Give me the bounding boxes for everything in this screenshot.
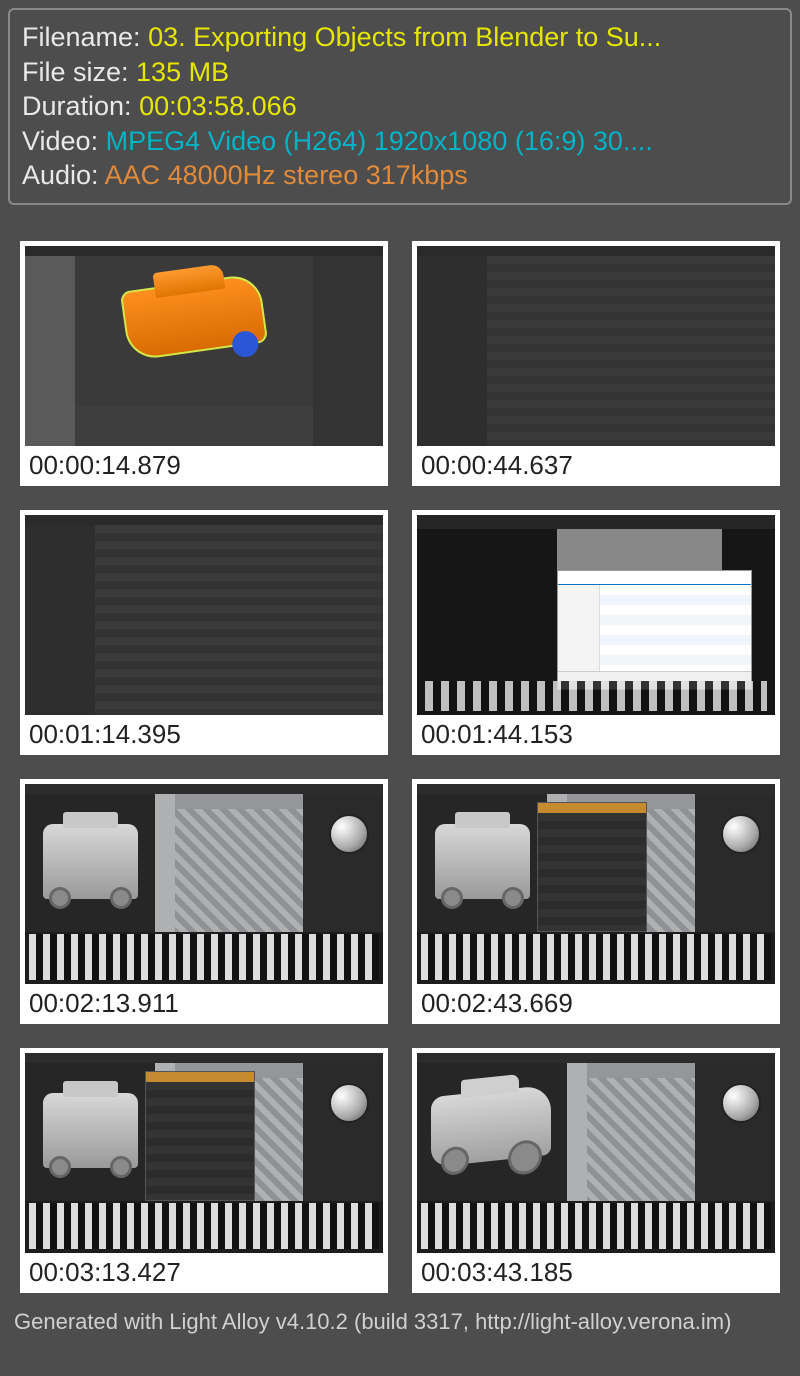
thumbnail[interactable]: 00:03:13.427 [20,1048,388,1293]
thumbnail-timestamp: 00:01:44.153 [417,715,775,750]
thumbnail-timestamp: 00:03:13.427 [25,1253,383,1288]
filename-label: Filename: [22,22,148,52]
filesize-row: File size: 135 MB [22,55,778,90]
thumbnail-image [417,515,775,715]
file-info-panel: Filename: 03. Exporting Objects from Ble… [8,8,792,205]
audio-value: AAC 48000Hz stereo 317kbps [105,160,468,190]
thumbnail-timestamp: 00:02:43.669 [417,984,775,1019]
audio-label: Audio: [22,160,105,190]
thumbnail-timestamp: 00:00:14.879 [25,446,383,481]
duration-label: Duration: [22,91,139,121]
thumbnail[interactable]: 00:03:43.185 [412,1048,780,1293]
thumbnail-image [25,1053,383,1253]
filename-value: 03. Exporting Objects from Blender to Su… [148,22,661,52]
thumbnail-timestamp: 00:00:44.637 [417,446,775,481]
thumbnail[interactable]: 00:01:14.395 [20,510,388,755]
thumbnail-timestamp: 00:02:13.911 [25,984,383,1019]
thumbnail-image [25,784,383,984]
filename-row: Filename: 03. Exporting Objects from Ble… [22,20,778,55]
thumbnail[interactable]: 00:01:44.153 [412,510,780,755]
thumbnail-image [25,515,383,715]
thumbnail[interactable]: 00:02:13.911 [20,779,388,1024]
thumbnail[interactable]: 00:00:44.637 [412,241,780,486]
thumbnail-timestamp: 00:01:14.395 [25,715,383,750]
thumbnail-timestamp: 00:03:43.185 [417,1253,775,1288]
thumbnail-image [417,246,775,446]
thumbnail[interactable]: 00:00:14.879 [20,241,388,486]
thumbnail-image [417,1053,775,1253]
audio-row: Audio: AAC 48000Hz stereo 317kbps [22,158,778,193]
thumbnail[interactable]: 00:02:43.669 [412,779,780,1024]
thumbnail-grid: 00:00:14.879 00:00:44.637 00:01:14.395 00:0… [0,213,800,1303]
thumbnail-image [25,246,383,446]
duration-row: Duration: 00:03:58.066 [22,89,778,124]
thumbnail-image [417,784,775,984]
duration-value: 00:03:58.066 [139,91,297,121]
video-value: MPEG4 Video (H264) 1920x1080 (16:9) 30..… [106,126,653,156]
filesize-value: 135 MB [136,57,229,87]
filesize-label: File size: [22,57,136,87]
video-label: Video: [22,126,106,156]
footer-text: Generated with Light Alloy v4.10.2 (buil… [0,1303,800,1341]
video-row: Video: MPEG4 Video (H264) 1920x1080 (16:… [22,124,778,159]
